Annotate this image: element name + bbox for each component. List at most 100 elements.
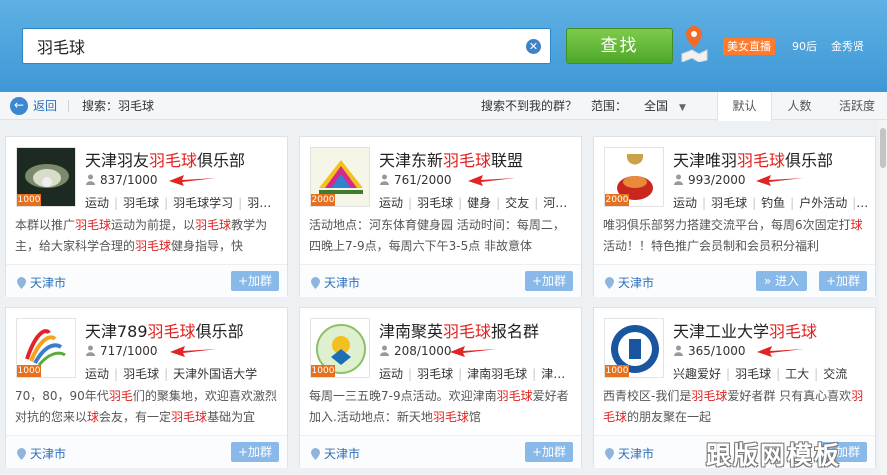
location[interactable]: 天津市: [311, 274, 360, 291]
title-text: 报名群: [491, 322, 540, 341]
group-tag[interactable]: 运动: [379, 196, 403, 210]
tag-list: 兴趣爱好 | 羽毛球 | 工大 | 交流: [673, 365, 869, 382]
group-tag[interactable]: 户外活动: [799, 196, 847, 210]
keyword-highlight: 羽毛球: [147, 322, 196, 341]
desc-text: 馆: [468, 410, 481, 424]
group-avatar[interactable]: 2000: [310, 147, 370, 207]
group-avatar[interactable]: 1000: [604, 318, 664, 378]
join-group-button[interactable]: +加群: [524, 271, 573, 291]
title-text: 天津789: [85, 322, 148, 341]
join-group-button[interactable]: +加群: [524, 442, 573, 462]
group-title[interactable]: 天津工业大学羽毛球: [673, 318, 817, 342]
group-tag[interactable]: 交友: [505, 196, 529, 210]
search-summary: 搜索：羽毛球: [82, 99, 155, 113]
tab-activity[interactable]: 活跃度: [827, 92, 887, 120]
red-arrow-icon: [757, 346, 804, 357]
group-avatar[interactable]: 1000: [16, 147, 76, 207]
member-count-text: 208/1000: [394, 344, 452, 358]
tag-list: 运动 | 羽毛球 | 津南羽毛球 | 津…: [379, 365, 575, 382]
tag-separator: |: [702, 196, 707, 210]
group-title[interactable]: 天津789羽毛球俱乐部: [85, 318, 244, 342]
join-group-button[interactable]: +加群: [230, 271, 279, 291]
title-text: 天津工业大学: [673, 322, 770, 341]
group-description: 70，80，90年代羽毛们的聚集地，欢迎喜欢激烈对抗的您来以球会友，有一定羽毛球…: [15, 386, 281, 428]
group-tag[interactable]: 河…: [543, 196, 567, 210]
tab-default[interactable]: 默认: [717, 92, 772, 121]
join-group-button[interactable]: +加群: [818, 271, 867, 291]
scrollbar-thumb[interactable]: [880, 128, 886, 168]
not-found-link[interactable]: 搜索不到我的群？: [481, 99, 577, 113]
back-arrow-icon[interactable]: ←: [10, 97, 28, 115]
location[interactable]: 天津市: [17, 445, 66, 462]
group-title[interactable]: 天津东新羽毛球联盟: [379, 147, 523, 171]
card-footer: 天津市 +加群: [6, 435, 287, 468]
beauty-link[interactable]: 金秀贤: [831, 39, 864, 54]
search-input[interactable]: [23, 29, 503, 63]
member-count-text: 837/1000: [100, 173, 158, 187]
map-pin-icon[interactable]: [679, 24, 709, 62]
join-group-button[interactable]: +加群: [230, 442, 279, 462]
group-tag[interactable]: 羽毛球: [417, 196, 453, 210]
group-tag[interactable]: 交流: [823, 367, 847, 381]
group-card[interactable]: 1000 津南聚英羽毛球报名群 208/1000 运动 | 羽毛球 | 津南羽毛球 | 津……: [299, 307, 582, 468]
scrollbar[interactable]: [879, 120, 887, 475]
group-avatar[interactable]: 2000: [604, 147, 664, 207]
post90-link[interactable]: 90后: [792, 39, 817, 54]
group-tag[interactable]: 羽毛球学习: [173, 196, 233, 210]
tab-members[interactable]: 人数: [772, 92, 827, 120]
group-title[interactable]: 天津唯羽羽毛球俱乐部: [673, 147, 833, 171]
member-count-text: 717/1000: [100, 344, 158, 358]
person-icon: [86, 345, 95, 356]
back-link[interactable]: 返回: [33, 99, 57, 113]
group-tag[interactable]: 工大: [785, 367, 809, 381]
search-box[interactable]: ✕: [22, 28, 551, 64]
group-tag[interactable]: 钓鱼: [761, 196, 785, 210]
desc-text: 基础为宜: [207, 410, 256, 424]
group-tag[interactable]: 运动: [673, 196, 697, 210]
clear-icon[interactable]: ✕: [526, 39, 541, 54]
tag-separator: |: [114, 196, 119, 210]
group-tag[interactable]: 运动: [379, 367, 403, 381]
group-card[interactable]: 2000 天津唯羽羽毛球俱乐部 993/2000 运动 | 羽毛球 | 钓鱼 | 户外活动 |…: [593, 136, 876, 297]
group-tag[interactable]: 运动: [85, 196, 109, 210]
group-tag[interactable]: 羽毛球: [123, 367, 159, 381]
live-tag[interactable]: 美女直播: [723, 38, 775, 55]
group-tag[interactable]: 天津外国语大学: [173, 367, 257, 381]
group-tag[interactable]: 羽毛球: [417, 367, 453, 381]
enter-group-button[interactable]: » 进入: [755, 271, 807, 291]
search-button[interactable]: 查找: [566, 28, 673, 64]
group-tag[interactable]: 羽毛球: [735, 367, 771, 381]
chevron-down-icon[interactable]: ▼: [679, 101, 686, 115]
red-arrow-icon: [468, 175, 515, 186]
location[interactable]: 天津市: [605, 274, 654, 291]
group-title[interactable]: 天津羽友羽毛球俱乐部: [85, 147, 245, 171]
group-tag[interactable]: 津南羽毛球: [467, 367, 527, 381]
level-badge: 2000: [605, 194, 629, 206]
card-footer: 天津市 +加群: [300, 435, 581, 468]
location[interactable]: 天津市: [17, 274, 66, 291]
keyword-highlight: 羽毛球: [737, 151, 786, 170]
keyword-highlight: 羽毛球: [149, 151, 198, 170]
group-tag[interactable]: 羽毛球: [711, 196, 747, 210]
location-pin-icon: [17, 277, 26, 289]
group-title[interactable]: 津南聚英羽毛球报名群: [379, 318, 539, 342]
group-card[interactable]: 1000 天津789羽毛球俱乐部 717/1000 运动 | 羽毛球 | 天津外国语大学…: [5, 307, 288, 468]
group-tag[interactable]: 运动: [85, 367, 109, 381]
location-text: 天津市: [324, 276, 361, 290]
group-description: 西青校区-我们是羽毛球爱好者群 只有真心喜欢羽毛球的朋友聚在一起: [603, 386, 869, 428]
group-avatar[interactable]: 1000: [310, 318, 370, 378]
card-footer: 天津市 +加群: [6, 264, 287, 297]
range-select[interactable]: 全国: [644, 99, 668, 113]
group-card[interactable]: 1000 天津羽友羽毛球俱乐部 837/1000 运动 | 羽毛球 | 羽毛球学习 | 羽……: [5, 136, 288, 297]
group-tag[interactable]: 羽…: [247, 196, 271, 210]
title-text: 俱乐部: [195, 322, 244, 341]
location[interactable]: 天津市: [311, 445, 360, 462]
group-avatar[interactable]: 1000: [16, 318, 76, 378]
keyword-highlight: 羽毛球: [443, 322, 492, 341]
group-card[interactable]: 2000 天津东新羽毛球联盟 761/2000 运动 | 羽毛球 | 健身 | 交友 | 河… …: [299, 136, 582, 297]
group-tag[interactable]: 津…: [541, 367, 565, 381]
group-tag[interactable]: 羽毛球: [123, 196, 159, 210]
location[interactable]: 天津市: [605, 445, 654, 462]
group-tag[interactable]: 健身: [467, 196, 491, 210]
group-tag[interactable]: 兴趣爱好: [673, 367, 721, 381]
